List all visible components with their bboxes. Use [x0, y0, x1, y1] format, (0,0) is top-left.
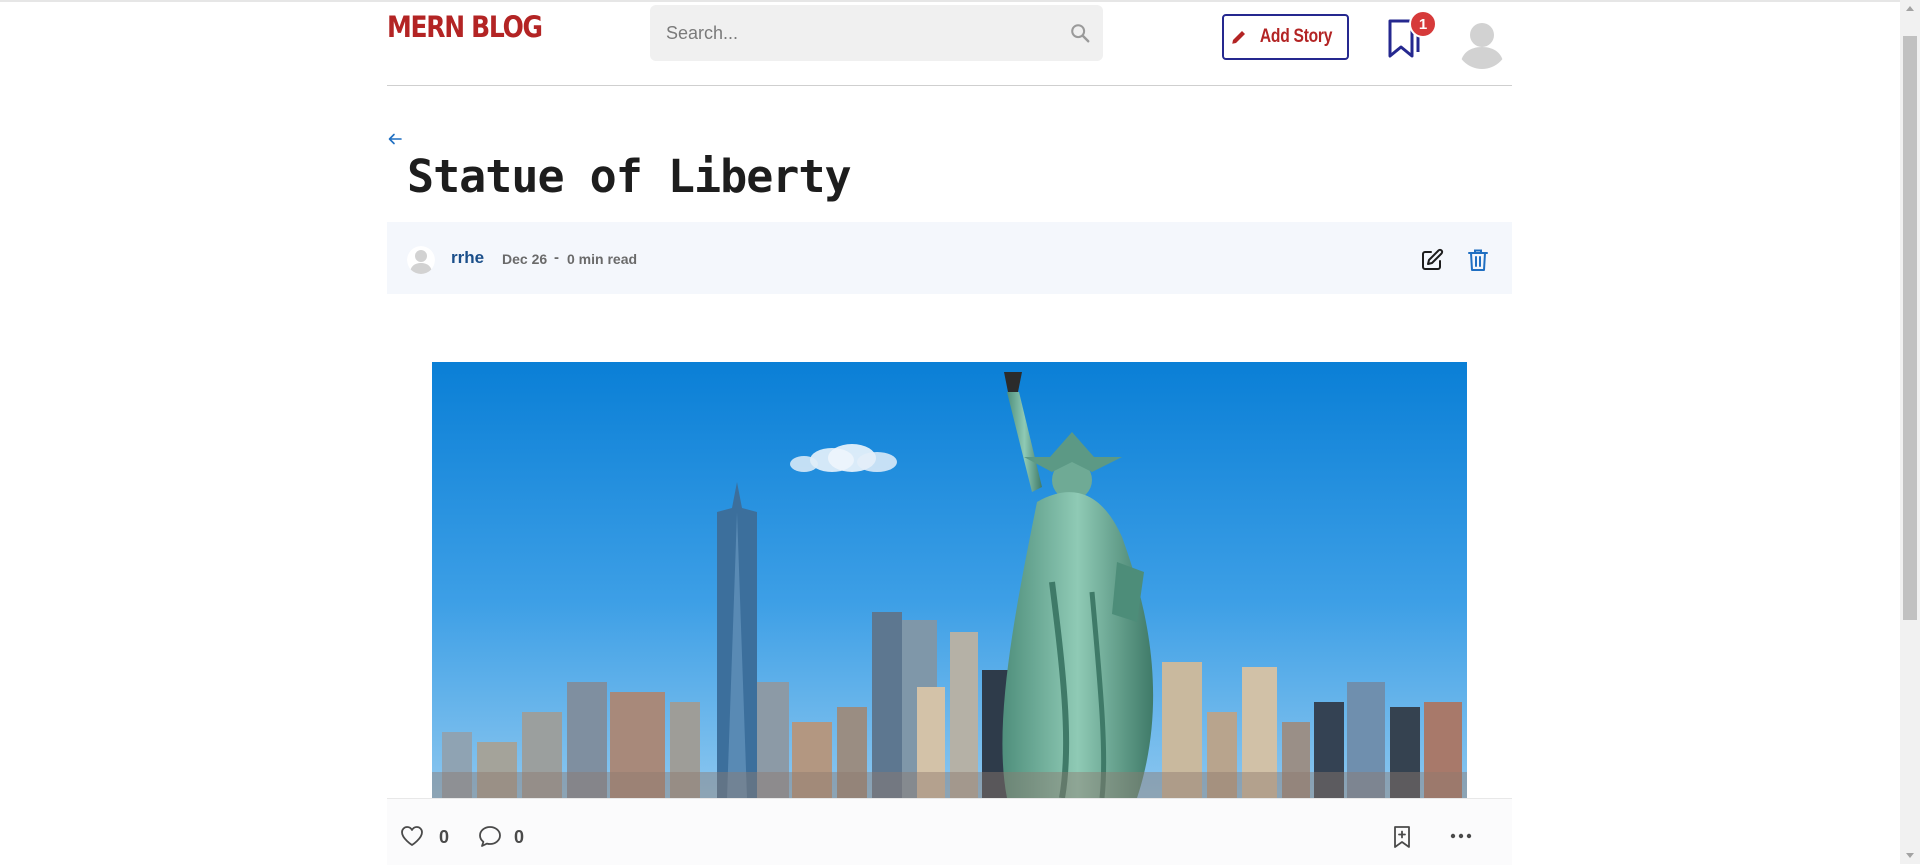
comment-count: 0: [514, 827, 525, 847]
page-container: MERN BLOG Add Story 1: [387, 0, 1512, 865]
bookmark-count-badge: 1: [1409, 10, 1437, 38]
user-avatar[interactable]: [1456, 17, 1508, 69]
story-date: Dec 26: [502, 251, 548, 267]
avatar-icon: [407, 246, 435, 274]
more-horizontal-icon[interactable]: [1450, 832, 1472, 840]
meta-separator: -: [554, 249, 559, 266]
story-title: Statue of Liberty: [407, 150, 852, 203]
story-meta-bar: rrhe Dec 26 - 0 min read: [387, 222, 1512, 294]
scroll-up-arrow-icon[interactable]: [1906, 6, 1914, 11]
add-story-button[interactable]: Add Story: [1222, 14, 1349, 60]
bookmark-add-icon[interactable]: [1392, 825, 1412, 849]
avatar-icon: [1456, 17, 1508, 69]
navbar: MERN BLOG Add Story 1: [387, 0, 1512, 86]
scrollbar-thumb[interactable]: [1903, 36, 1917, 620]
read-time: 0 min read: [567, 251, 638, 267]
scrollbar[interactable]: [1900, 0, 1920, 864]
author-link[interactable]: rrhe: [451, 248, 484, 268]
like-count: 0: [439, 827, 450, 847]
pen-icon: [1232, 29, 1247, 44]
author-avatar: [407, 246, 435, 274]
comment-icon[interactable]: [478, 825, 502, 847]
story-actions-bar: 0 0: [387, 798, 1512, 865]
trash-icon[interactable]: [1468, 248, 1488, 272]
story-image: [432, 362, 1467, 798]
search-bar: [650, 5, 1103, 61]
search-input[interactable]: [650, 5, 1066, 61]
scroll-down-arrow-icon[interactable]: [1906, 853, 1914, 858]
search-icon[interactable]: [1069, 22, 1091, 44]
add-story-label: Add Story: [1260, 26, 1333, 47]
arrow-left-icon[interactable]: [387, 131, 403, 147]
heart-icon[interactable]: [400, 825, 424, 847]
edit-icon[interactable]: [1420, 248, 1444, 272]
logo[interactable]: MERN BLOG: [387, 10, 543, 44]
